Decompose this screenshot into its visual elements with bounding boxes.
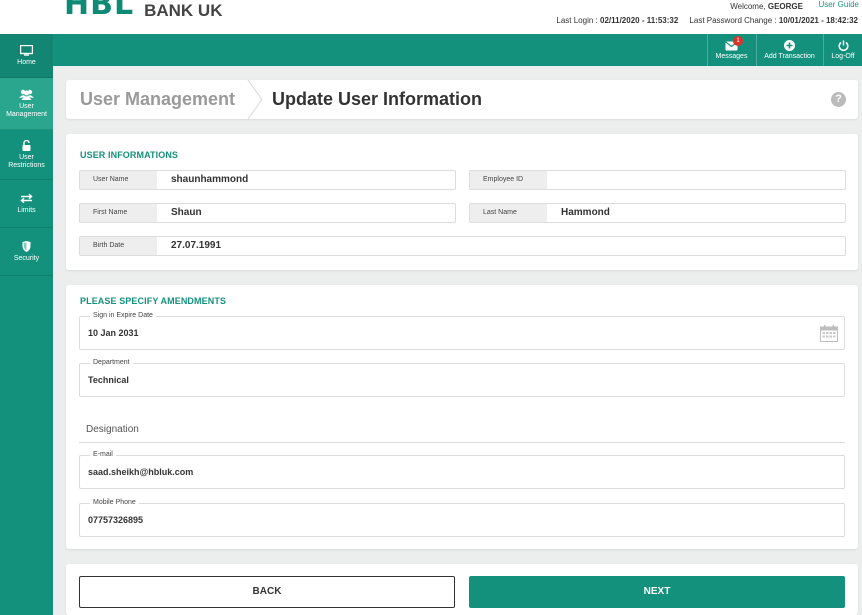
breadcrumb: User Management Update User Information … (66, 80, 858, 119)
logo-sub: BANK UK (144, 1, 223, 20)
username-value: shaunhammond (171, 174, 249, 185)
sidebar-item-user-restrictions[interactable]: User Restrictions (0, 130, 53, 180)
last-name-label: Last Name (470, 204, 547, 222)
amendments-section: PLEASE SPECIFY AMENDMENTS Sign in Expire… (66, 285, 858, 549)
first-name-value: Shaun (171, 207, 202, 218)
department-label: Department (90, 359, 133, 366)
messages-badge: 1 (733, 36, 743, 46)
breadcrumb-parent[interactable]: User Management (80, 89, 235, 110)
last-login-info: Last Login : 02/11/2020 - 11:53:32 Last … (556, 16, 858, 25)
page-title: Update User Information (272, 89, 483, 109)
department-input[interactable]: Department Technical (79, 359, 845, 397)
sidebar-item-security[interactable]: Security (0, 228, 53, 276)
chevron-right-icon (247, 80, 263, 119)
users-icon (19, 89, 34, 100)
logoff-label: Log-Off (831, 53, 855, 60)
action-buttons: BACK NEXT (66, 564, 858, 615)
employee-id-field: Employee ID (469, 170, 846, 190)
email-label: E-mail (90, 451, 116, 458)
messages-label: Messages (715, 52, 748, 60)
shield-icon (22, 240, 31, 252)
add-transaction-label: Add Transaction (764, 53, 815, 60)
help-icon[interactable]: ? (831, 92, 846, 107)
sidebar-item-user-management[interactable]: User Management (0, 78, 53, 130)
birth-date-field: Birth Date 27.07.1991 (79, 236, 846, 256)
sidebar-item-limits[interactable]: Limits (0, 180, 53, 228)
department-value: Technical (88, 375, 129, 385)
top-header: HBL BANK UK Welcome, GEORGE User Guide L… (0, 0, 862, 34)
designation-input[interactable]: Designation (79, 413, 845, 443)
logoff-button[interactable]: Log-Off (823, 34, 862, 66)
birth-date-value: 27.07.1991 (171, 240, 222, 251)
username-field: User Name shaunhammond (79, 170, 456, 190)
top-nav-bar: 1 Messages Add Transaction Log-Off (0, 34, 862, 66)
mobile-phone-input[interactable]: Mobile Phone 07757326895 (79, 499, 845, 537)
back-button[interactable]: BACK (79, 576, 455, 608)
user-guide-link[interactable]: User Guide (819, 0, 859, 9)
username-label: User Name (80, 171, 157, 189)
arrows-icon (20, 193, 33, 203)
user-info-section: USER INFORMATIONS User Name shaunhammond… (66, 134, 858, 270)
email-input[interactable]: E-mail saad.sheikh@hbluk.com (79, 451, 845, 489)
expire-date-input[interactable]: Sign in Expire Date 10 Jan 2031 (79, 312, 845, 350)
lock-icon (22, 139, 31, 151)
next-button[interactable]: NEXT (469, 576, 845, 608)
sidebar: Home User Management User Restrictions L… (0, 34, 53, 615)
plus-circle-icon (784, 40, 795, 51)
first-name-field: First Name Shaun (79, 203, 456, 223)
last-name-value: Hammond (561, 207, 610, 218)
welcome-text: Welcome, GEORGE (730, 2, 803, 11)
mobile-phone-label: Mobile Phone (90, 499, 139, 506)
messages-button[interactable]: 1 Messages (707, 34, 755, 66)
user-info-title: USER INFORMATIONS (80, 150, 179, 160)
expire-date-value: 10 Jan 2031 (88, 328, 139, 338)
welcome-user: GEORGE (767, 2, 803, 11)
add-transaction-button[interactable]: Add Transaction (756, 34, 822, 66)
logo-main: HBL (64, 0, 135, 22)
power-icon (838, 40, 848, 51)
first-name-label: First Name (80, 204, 157, 222)
email-value: saad.sheikh@hbluk.com (88, 467, 194, 477)
birth-date-label: Birth Date (80, 237, 157, 255)
employee-id-label: Employee ID (470, 171, 547, 189)
last-name-field: Last Name Hammond (469, 203, 846, 223)
amendments-title: PLEASE SPECIFY AMENDMENTS (80, 296, 227, 306)
calendar-icon[interactable] (820, 325, 838, 342)
sidebar-item-home[interactable]: Home (0, 34, 53, 78)
mobile-phone-value: 07757326895 (88, 515, 144, 525)
monitor-icon (20, 44, 33, 56)
expire-date-label: Sign in Expire Date (90, 312, 156, 319)
designation-label: Designation (86, 424, 139, 435)
hbl-logo: HBL BANK UK (64, 0, 222, 22)
